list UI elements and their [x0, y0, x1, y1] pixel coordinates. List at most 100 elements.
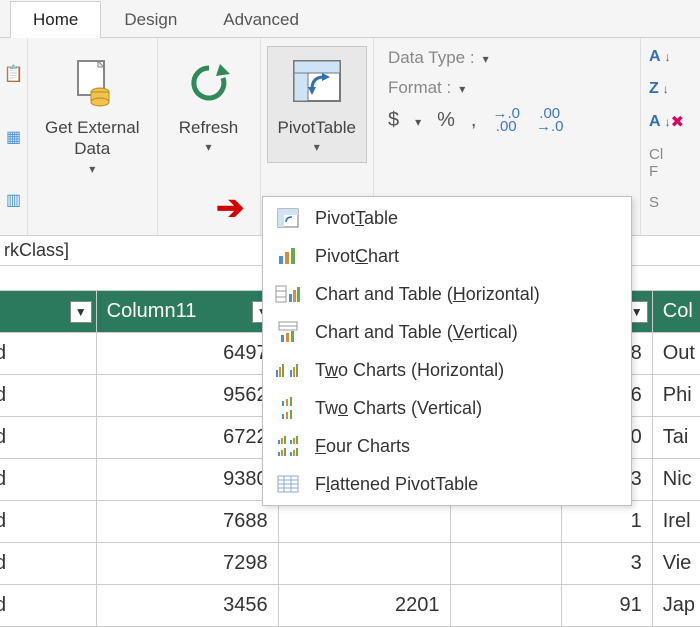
cell[interactable]: Irel	[652, 501, 700, 543]
two-charts-h-icon	[275, 359, 301, 381]
cell[interactable]: 91	[561, 585, 652, 627]
chevron-down-icon: ▾	[314, 140, 320, 154]
dropdown-item-two-charts-v[interactable]: Two Charts (Vertical)	[263, 389, 631, 427]
dropdown-label: PivotChart	[315, 246, 399, 267]
cell[interactable]: Phi	[652, 375, 700, 417]
percent-button[interactable]: %	[437, 109, 455, 132]
chevron-down-icon[interactable]: ▾	[459, 82, 465, 96]
tab-advanced[interactable]: Advanced	[200, 1, 322, 38]
cell[interactable]: 7688	[96, 501, 278, 543]
clear-sort-button[interactable]: A↓ ✖	[649, 112, 688, 132]
cell[interactable]: arried	[0, 543, 96, 585]
ribbon-group-refresh: Refresh ▾	[158, 38, 261, 235]
ribbon-group-sort: A↓ Z↓ A↓ ✖ Cl F S	[640, 38, 700, 235]
dropdown-item-four-charts[interactable]: Four Charts	[263, 427, 631, 465]
cell[interactable]	[450, 585, 561, 627]
cell[interactable]: 7298	[96, 543, 278, 585]
chart-table-v-icon	[275, 321, 301, 343]
paste-icon[interactable]: 📋	[4, 64, 24, 84]
thousands-button[interactable]: ,	[471, 109, 477, 132]
filter-frag: F	[649, 163, 658, 180]
cell[interactable]	[450, 543, 561, 585]
dropdown-item-two-charts-h[interactable]: Two Charts (Horizontal)	[263, 351, 631, 389]
chevron-down-icon: ▾	[89, 162, 95, 176]
cell[interactable]: 9562	[96, 375, 278, 417]
refresh-icon	[186, 55, 232, 111]
get-external-data-button[interactable]: Get External Data ▾	[34, 46, 151, 185]
decrease-decimal-button[interactable]: .00→.0	[536, 108, 564, 134]
four-charts-icon	[275, 435, 301, 457]
refresh-button[interactable]: Refresh ▾	[164, 46, 254, 163]
dropdown-item-flattened[interactable]: Flattened PivotTable	[263, 465, 631, 503]
increase-decimal-button[interactable]: →.0.00	[492, 108, 520, 134]
dropdown-item-chart-table-h[interactable]: Chart and Table (Horizontal)	[263, 275, 631, 313]
cell[interactable]: Vie	[652, 543, 700, 585]
ribbon-small-left: 📋 ▦ ▥	[0, 38, 28, 235]
dropdown-item-pivotchart[interactable]: PivotChart	[263, 237, 631, 275]
dropdown-label: Two Charts (Vertical)	[315, 398, 482, 419]
cell[interactable]: arried	[0, 417, 96, 459]
column-header[interactable]: Column11 ▼	[96, 291, 278, 333]
flattened-pivottable-icon	[275, 473, 301, 495]
sort-desc-button[interactable]: Z↓	[649, 80, 669, 98]
tab-home[interactable]: Home	[10, 1, 101, 38]
cell[interactable]: 2201	[278, 585, 450, 627]
dropdown-label: Two Charts (Horizontal)	[315, 360, 504, 381]
pivottable-button[interactable]: PivotTable ▾	[267, 46, 367, 163]
cell[interactable]: 6497	[96, 333, 278, 375]
chart-table-h-icon	[275, 283, 301, 305]
cell[interactable]: 6722	[96, 417, 278, 459]
cell[interactable]	[278, 501, 450, 543]
dropdown-item-chart-table-v[interactable]: Chart and Table (Vertical)	[263, 313, 631, 351]
cell[interactable]: arried	[0, 585, 96, 627]
table-row[interactable]: arried34562201 91Jap	[0, 585, 700, 627]
refresh-label: Refresh	[179, 117, 239, 138]
tab-design[interactable]: Design	[101, 1, 200, 38]
page-database-icon	[72, 55, 112, 111]
cell[interactable]	[278, 543, 450, 585]
filter-icon[interactable]: ▼	[70, 301, 92, 323]
dropdown-label: Four Charts	[315, 436, 410, 457]
format-label: Format :	[388, 78, 451, 98]
sort-asc-button[interactable]: A↓	[649, 48, 671, 66]
column-header[interactable]: Col	[652, 291, 700, 333]
clear-frag: Cl	[649, 146, 663, 163]
dropdown-label: PivotTable	[315, 208, 398, 229]
cell[interactable]: Tai	[652, 417, 700, 459]
dropdown-label: Chart and Table (Vertical)	[315, 322, 518, 343]
cell[interactable]	[450, 501, 561, 543]
cell[interactable]: Out	[652, 333, 700, 375]
column-header-label: Col	[663, 300, 693, 322]
data-type-label: Data Type :	[388, 48, 475, 68]
cell[interactable]: 9380	[96, 459, 278, 501]
table-row[interactable]: arried7688 1Irel	[0, 501, 700, 543]
dropdown-item-pivottable[interactable]: PivotTable	[263, 199, 631, 237]
cell[interactable]: arried	[0, 459, 96, 501]
column-icon[interactable]: ▥	[4, 190, 24, 210]
pivottable-icon	[292, 55, 342, 111]
sort-frag: S	[649, 194, 659, 211]
ribbon-tabs: Home Design Advanced	[0, 0, 700, 38]
pivottable-label: PivotTable	[278, 117, 356, 138]
dropdown-label: Flattened PivotTable	[315, 474, 478, 495]
cell[interactable]: 3456	[96, 585, 278, 627]
cell[interactable]: arried	[0, 333, 96, 375]
cell[interactable]: Jap	[652, 585, 700, 627]
table-row[interactable]: arried7298 3Vie	[0, 543, 700, 585]
two-charts-v-icon	[275, 397, 301, 419]
column-header[interactable]: mn8 ▼	[0, 291, 96, 333]
cell[interactable]: arried	[0, 501, 96, 543]
pivotchart-icon	[275, 245, 301, 267]
currency-button[interactable]: $	[388, 109, 399, 132]
chevron-down-icon[interactable]: ▾	[483, 52, 489, 66]
get-external-data-label: Get External Data	[45, 117, 140, 160]
chevron-down-icon[interactable]: ▾	[415, 115, 421, 129]
cell[interactable]: 3	[561, 543, 652, 585]
chevron-down-icon: ▾	[205, 140, 211, 154]
cell[interactable]: Nic	[652, 459, 700, 501]
cell[interactable]: arried	[0, 375, 96, 417]
formula-text: rkClass]	[4, 240, 69, 261]
grid-icon[interactable]: ▦	[4, 127, 24, 147]
cell[interactable]: 1	[561, 501, 652, 543]
ribbon-group-external-data: Get External Data ▾	[28, 38, 158, 235]
